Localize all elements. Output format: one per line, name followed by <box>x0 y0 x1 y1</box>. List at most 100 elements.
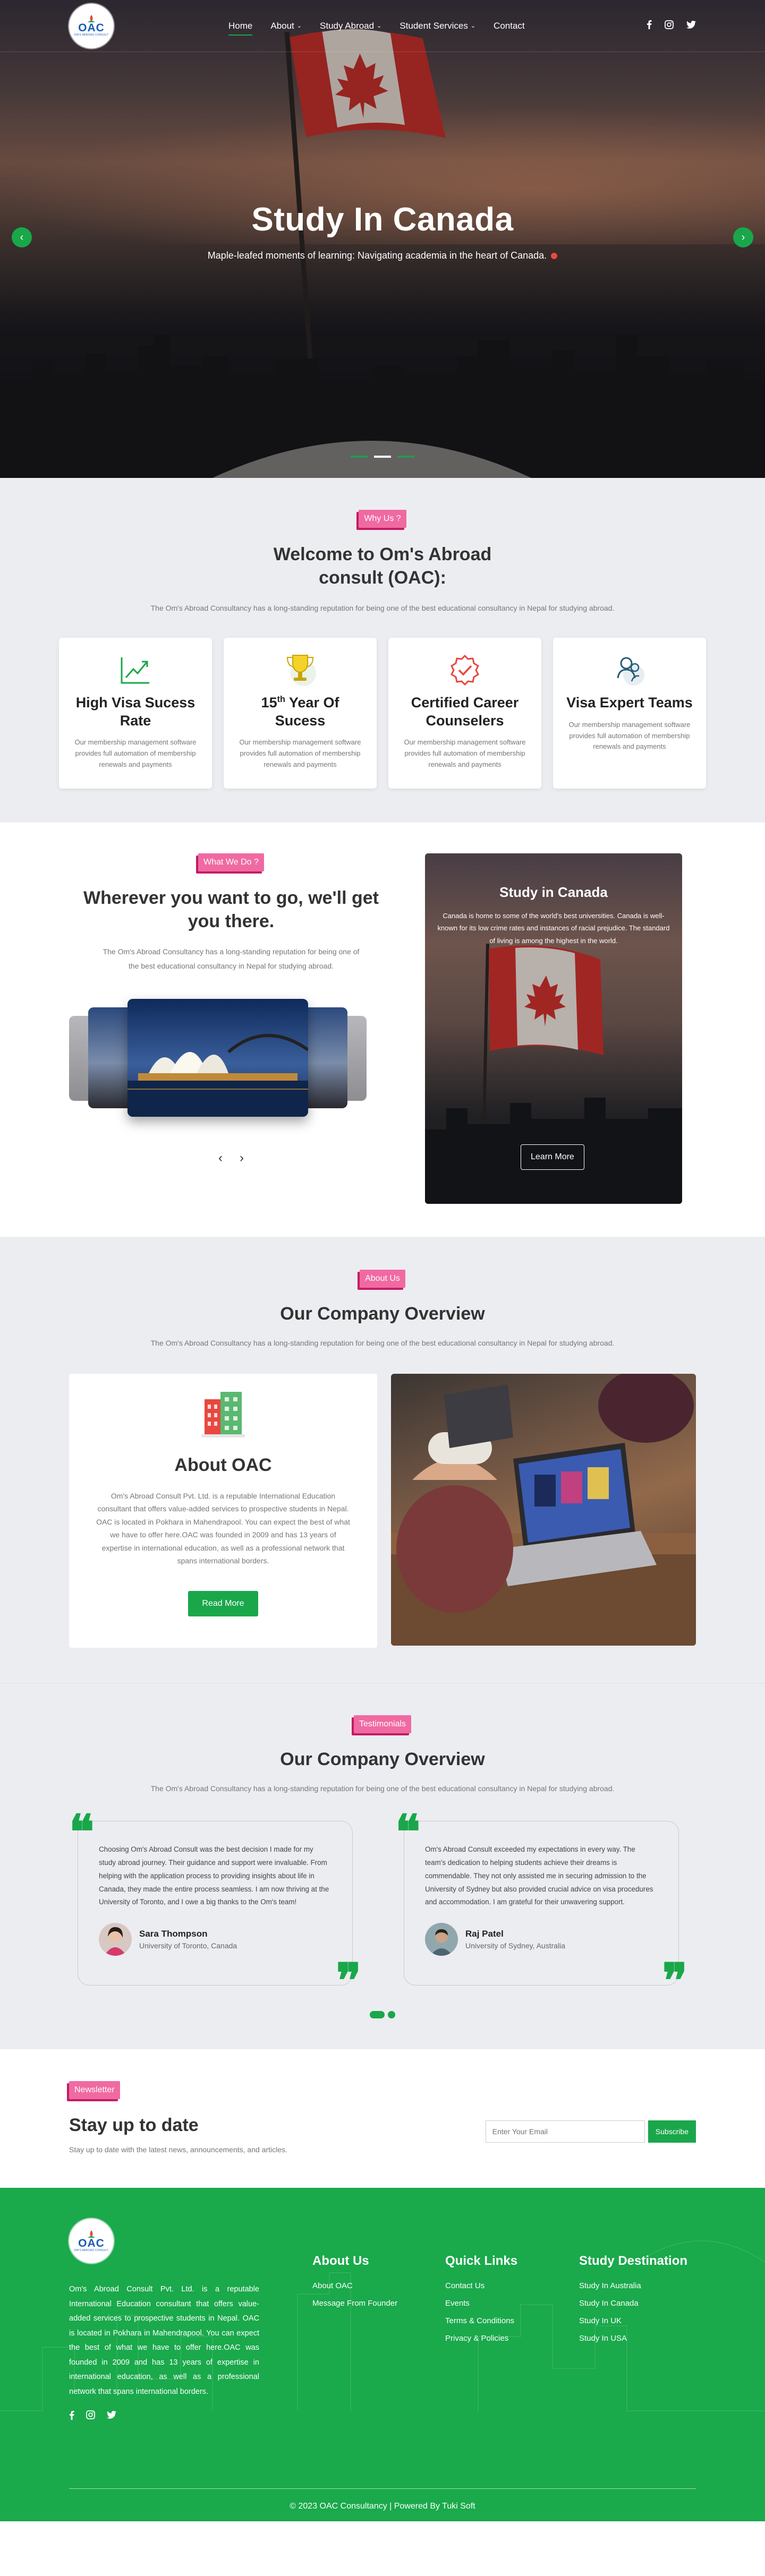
logo[interactable]: OAC OM'S ABROAD CONSULT <box>69 3 114 48</box>
testimonial-dots <box>69 2011 696 2019</box>
about-lead: The Om's Abroad Consultancy has a long-s… <box>150 1338 615 1347</box>
hero-title: Study In Canada <box>251 201 514 238</box>
hero-prev-button[interactable]: ‹ <box>12 227 32 247</box>
feature-card: 15th Year Of Sucess Our membership manag… <box>224 637 377 789</box>
nav-about[interactable]: About ⌄ <box>270 16 302 36</box>
footer-link[interactable]: Study In Canada <box>579 2299 639 2308</box>
footer-col-study-destination: Study Destination Study In Australia Stu… <box>579 2254 687 2422</box>
testimonial-card: ❝ ❞ Om's Abroad Consult exceeded my expe… <box>395 1808 687 2004</box>
chevron-left-icon[interactable]: ‹ <box>218 1151 223 1166</box>
building-icon <box>201 1391 245 1437</box>
feature-cards: High Visa Sucess Rate Our membership man… <box>0 637 765 789</box>
chevron-right-icon[interactable]: › <box>240 1151 244 1166</box>
read-more-button[interactable]: Read More <box>188 1590 258 1616</box>
nav-student-services[interactable]: Student Services ⌄ <box>400 16 475 36</box>
slide-indicator[interactable] <box>351 456 368 458</box>
author-name: Raj Patel <box>465 1929 504 1939</box>
study-in-canada-text: Canada is home to some of the world's be… <box>437 911 670 945</box>
footer-about-text: Om's Abroad Consult Pvt. Ltd. is a reput… <box>69 2285 259 2396</box>
testimonial-dot[interactable] <box>388 2011 395 2019</box>
feature-card: Certified Career Counselers Our membersh… <box>388 637 541 789</box>
logo-subtext: OM'S ABROAD CONSULT <box>74 2248 109 2252</box>
twitter-icon[interactable] <box>107 2411 116 2421</box>
subscribe-button[interactable]: Subscribe <box>648 2120 696 2143</box>
hero-copy: Study In Canada Maple-leafed moments of … <box>0 201 765 261</box>
study-in-canada-card: Study in Canada Canada is home to some o… <box>425 853 682 1204</box>
quote-close-icon: ❞ <box>336 1953 361 2008</box>
trophy-icon <box>234 652 366 689</box>
nav-contact[interactable]: Contact <box>494 16 525 36</box>
footer-link[interactable]: Privacy & Policies <box>445 2334 508 2343</box>
about-tag: About Us <box>360 1269 405 1288</box>
testimonials-section: Testimonials Our Company Overview The Om… <box>0 1682 765 2050</box>
newsletter-section: Newsletter Stay up to date Stay up to da… <box>0 2049 765 2188</box>
author-school: University of Toronto, Canada <box>139 1941 237 1950</box>
footer-link[interactable]: Contact Us <box>445 2281 484 2290</box>
logo-text: OAC <box>78 22 105 34</box>
why-us-lead: The Om's Abroad Consultancy has a long-s… <box>150 604 615 613</box>
footer-social <box>69 2410 259 2423</box>
footer-logo[interactable]: OAC OM'S ABROAD CONSULT <box>69 2219 114 2264</box>
study-in-canada-title: Study in Canada <box>499 884 608 900</box>
facebook-icon[interactable] <box>647 20 652 32</box>
logo-flame-icon <box>88 2230 95 2238</box>
newsletter-title: Stay up to date <box>69 2115 199 2136</box>
hero-dot <box>551 253 558 260</box>
what-we-do-lead: The Om's Abroad Consultancy has a long-s… <box>103 947 360 970</box>
about-row: About OAC Om's Abroad Consult Pvt. Ltd. … <box>69 1373 696 1648</box>
footer-link[interactable]: Events <box>445 2299 470 2308</box>
hero-next-button[interactable]: › <box>733 227 753 247</box>
testimonials-title: Our Company Overview <box>280 1749 485 1769</box>
facebook-icon[interactable] <box>69 2410 74 2423</box>
about-title: Our Company Overview <box>280 1303 485 1324</box>
chart-growth-icon <box>70 652 201 689</box>
footer-link[interactable]: Study In UK <box>579 2316 622 2325</box>
testimonials-tag: Testimonials <box>353 1715 412 1733</box>
nav-study-abroad-label: Study Abroad <box>320 20 375 31</box>
footer-link[interactable]: Terms & Conditions <box>445 2316 514 2325</box>
slide-indicator[interactable] <box>397 456 414 458</box>
footer-col-title: Quick Links <box>445 2254 518 2269</box>
footer-col-title: About Us <box>312 2254 369 2269</box>
footer-link[interactable]: Study In USA <box>579 2334 627 2343</box>
footer-about: OAC OM'S ABROAD CONSULT Om's Abroad Cons… <box>69 2219 259 2422</box>
about-oac-card: About OAC Om's Abroad Consult Pvt. Ltd. … <box>69 1373 377 1648</box>
what-we-do-tag: What We Do ? <box>198 853 264 871</box>
nav-study-abroad[interactable]: Study Abroad ⌄ <box>320 16 381 36</box>
email-field[interactable] <box>485 2120 645 2143</box>
hero-subtitle: Maple-leafed moments of learning: Naviga… <box>207 250 547 261</box>
testimonials-lead: The Om's Abroad Consultancy has a long-s… <box>150 1784 615 1793</box>
slide-indicator-active[interactable] <box>374 456 391 458</box>
destination-carousel <box>69 998 393 1132</box>
avatar <box>425 1923 458 1956</box>
testimonial-dot-active[interactable] <box>370 2011 385 2019</box>
testimonial-text: Om's Abroad Consult exceeded my expectat… <box>425 1845 653 1906</box>
footer-link[interactable]: Study In Australia <box>579 2281 641 2290</box>
footer-col-title: Study Destination <box>579 2254 688 2269</box>
feature-card-text: Our membership management software provi… <box>74 738 197 769</box>
why-us-section: Why Us ? Welcome to Om's Abroad consult … <box>0 478 765 823</box>
footer-col-about: About Us About OAC Message From Founder <box>312 2254 445 2422</box>
header-social <box>647 20 696 32</box>
feature-card-title: Certified Career Counselers <box>411 694 519 729</box>
nav-home-label: Home <box>228 20 253 31</box>
about-oac-title: About OAC <box>174 1454 272 1475</box>
testimonial-card: ❝ ❞ Choosing Om's Abroad Consult was the… <box>69 1808 361 2004</box>
carousel-nav: ‹ › <box>69 1151 393 1166</box>
learn-more-button[interactable]: Learn More <box>521 1144 584 1170</box>
twitter-icon[interactable] <box>686 20 696 31</box>
author-name: Sara Thompson <box>139 1929 208 1939</box>
about-oac-text: Om's Abroad Consult Pvt. Ltd. is a reput… <box>96 1491 350 1565</box>
instagram-icon[interactable] <box>665 20 674 32</box>
quote-open-icon: ❝ <box>395 1804 421 1860</box>
nav-home[interactable]: Home <box>228 16 253 36</box>
navbar: OAC OM'S ABROAD CONSULT Home About ⌄ Stud… <box>0 0 765 52</box>
logo-subtext: OM'S ABROAD CONSULT <box>74 33 109 37</box>
instagram-icon[interactable] <box>86 2410 95 2422</box>
what-we-do-intro: What We Do ? Wherever you want to go, we… <box>69 853 393 1204</box>
sydney-opera-house-image[interactable] <box>128 998 308 1117</box>
badge-check-icon <box>399 652 531 689</box>
footer-link[interactable]: About OAC <box>312 2281 353 2290</box>
footer-link[interactable]: Message From Founder <box>312 2299 397 2308</box>
feature-card-title: High Visa Sucess Rate <box>75 694 196 729</box>
